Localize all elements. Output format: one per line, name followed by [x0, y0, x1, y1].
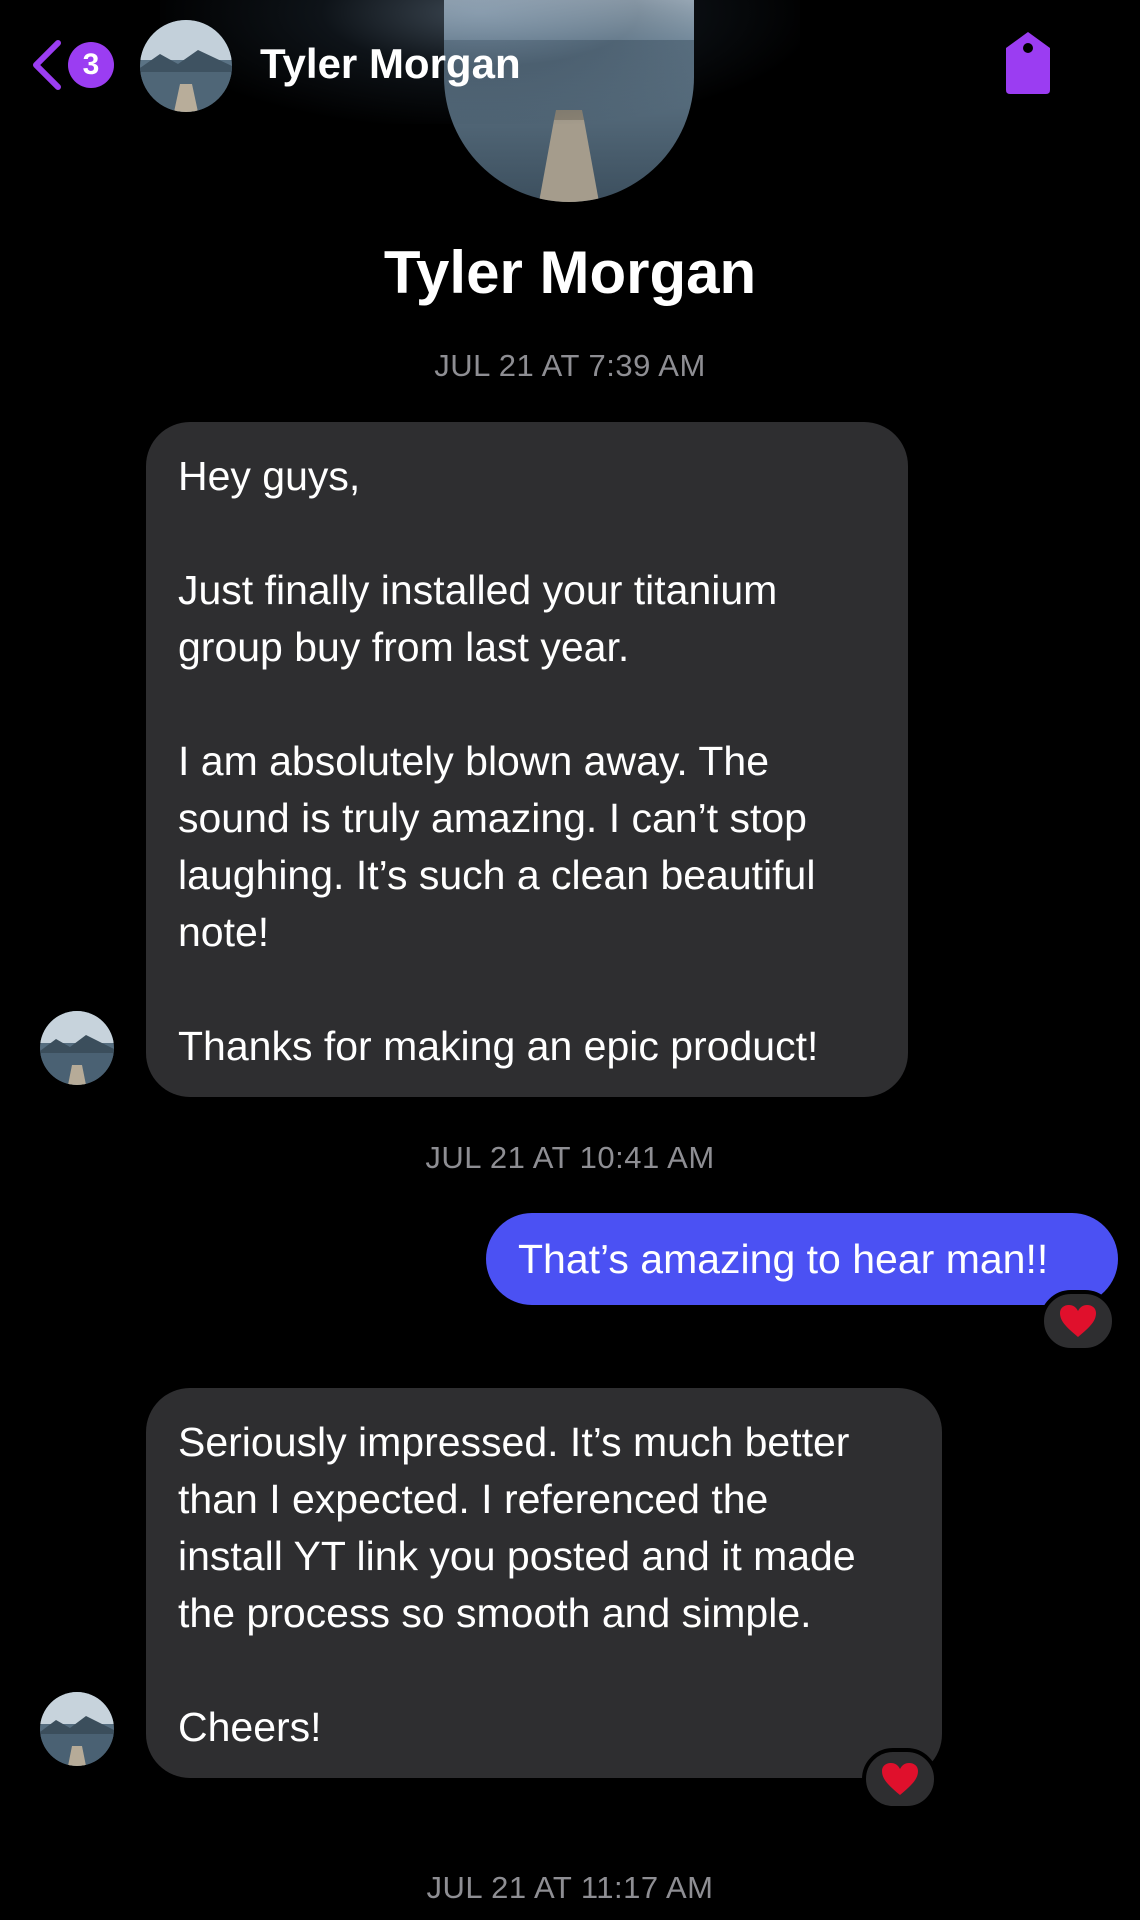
- heart-reaction[interactable]: [862, 1748, 938, 1810]
- timestamp: JUL 21 AT 10:41 AM: [425, 1140, 715, 1175]
- tag-icon[interactable]: [1000, 30, 1056, 96]
- header-avatar[interactable]: [140, 20, 232, 112]
- chat-screen: 3 Tyler Morgan Tyler Morgan JUL 21 AT 7:…: [0, 0, 1140, 1920]
- heart-icon: [882, 1763, 918, 1795]
- message-text: That’s amazing to hear man!!: [518, 1235, 1049, 1282]
- outgoing-message-bubble[interactable]: That’s amazing to hear man!!: [486, 1213, 1118, 1305]
- heart-reaction[interactable]: [1040, 1290, 1116, 1352]
- header-contact-name[interactable]: Tyler Morgan: [260, 40, 521, 88]
- timestamp: JUL 21 AT 11:17 AM: [426, 1870, 714, 1905]
- incoming-message-bubble[interactable]: Seriously impressed. It’s much better th…: [146, 1388, 942, 1778]
- sender-avatar[interactable]: [40, 1011, 114, 1085]
- chat-header: 3 Tyler Morgan: [0, 0, 1140, 124]
- message-paragraph: Cheers!: [178, 1704, 322, 1750]
- message-paragraph: Seriously impressed. It’s much better th…: [178, 1419, 856, 1636]
- profile-name: Tyler Morgan: [383, 239, 757, 306]
- message-paragraph: Just finally installed your titanium gro…: [178, 567, 778, 670]
- timestamp: JUL 21 AT 7:39 AM: [434, 348, 706, 383]
- message-paragraph: I am absolutely blown away. The sound is…: [178, 738, 816, 955]
- incoming-message-bubble[interactable]: Hey guys, Just finally installed your ti…: [146, 422, 908, 1097]
- message-paragraph: Hey guys,: [178, 453, 361, 499]
- back-button[interactable]: 3: [28, 30, 118, 100]
- chevron-left-icon: [33, 40, 61, 90]
- message-paragraph: Thanks for making an epic product!: [178, 1023, 819, 1069]
- sender-avatar[interactable]: [40, 1692, 114, 1766]
- unread-count-badge: 3: [68, 42, 114, 88]
- heart-icon: [1060, 1305, 1096, 1337]
